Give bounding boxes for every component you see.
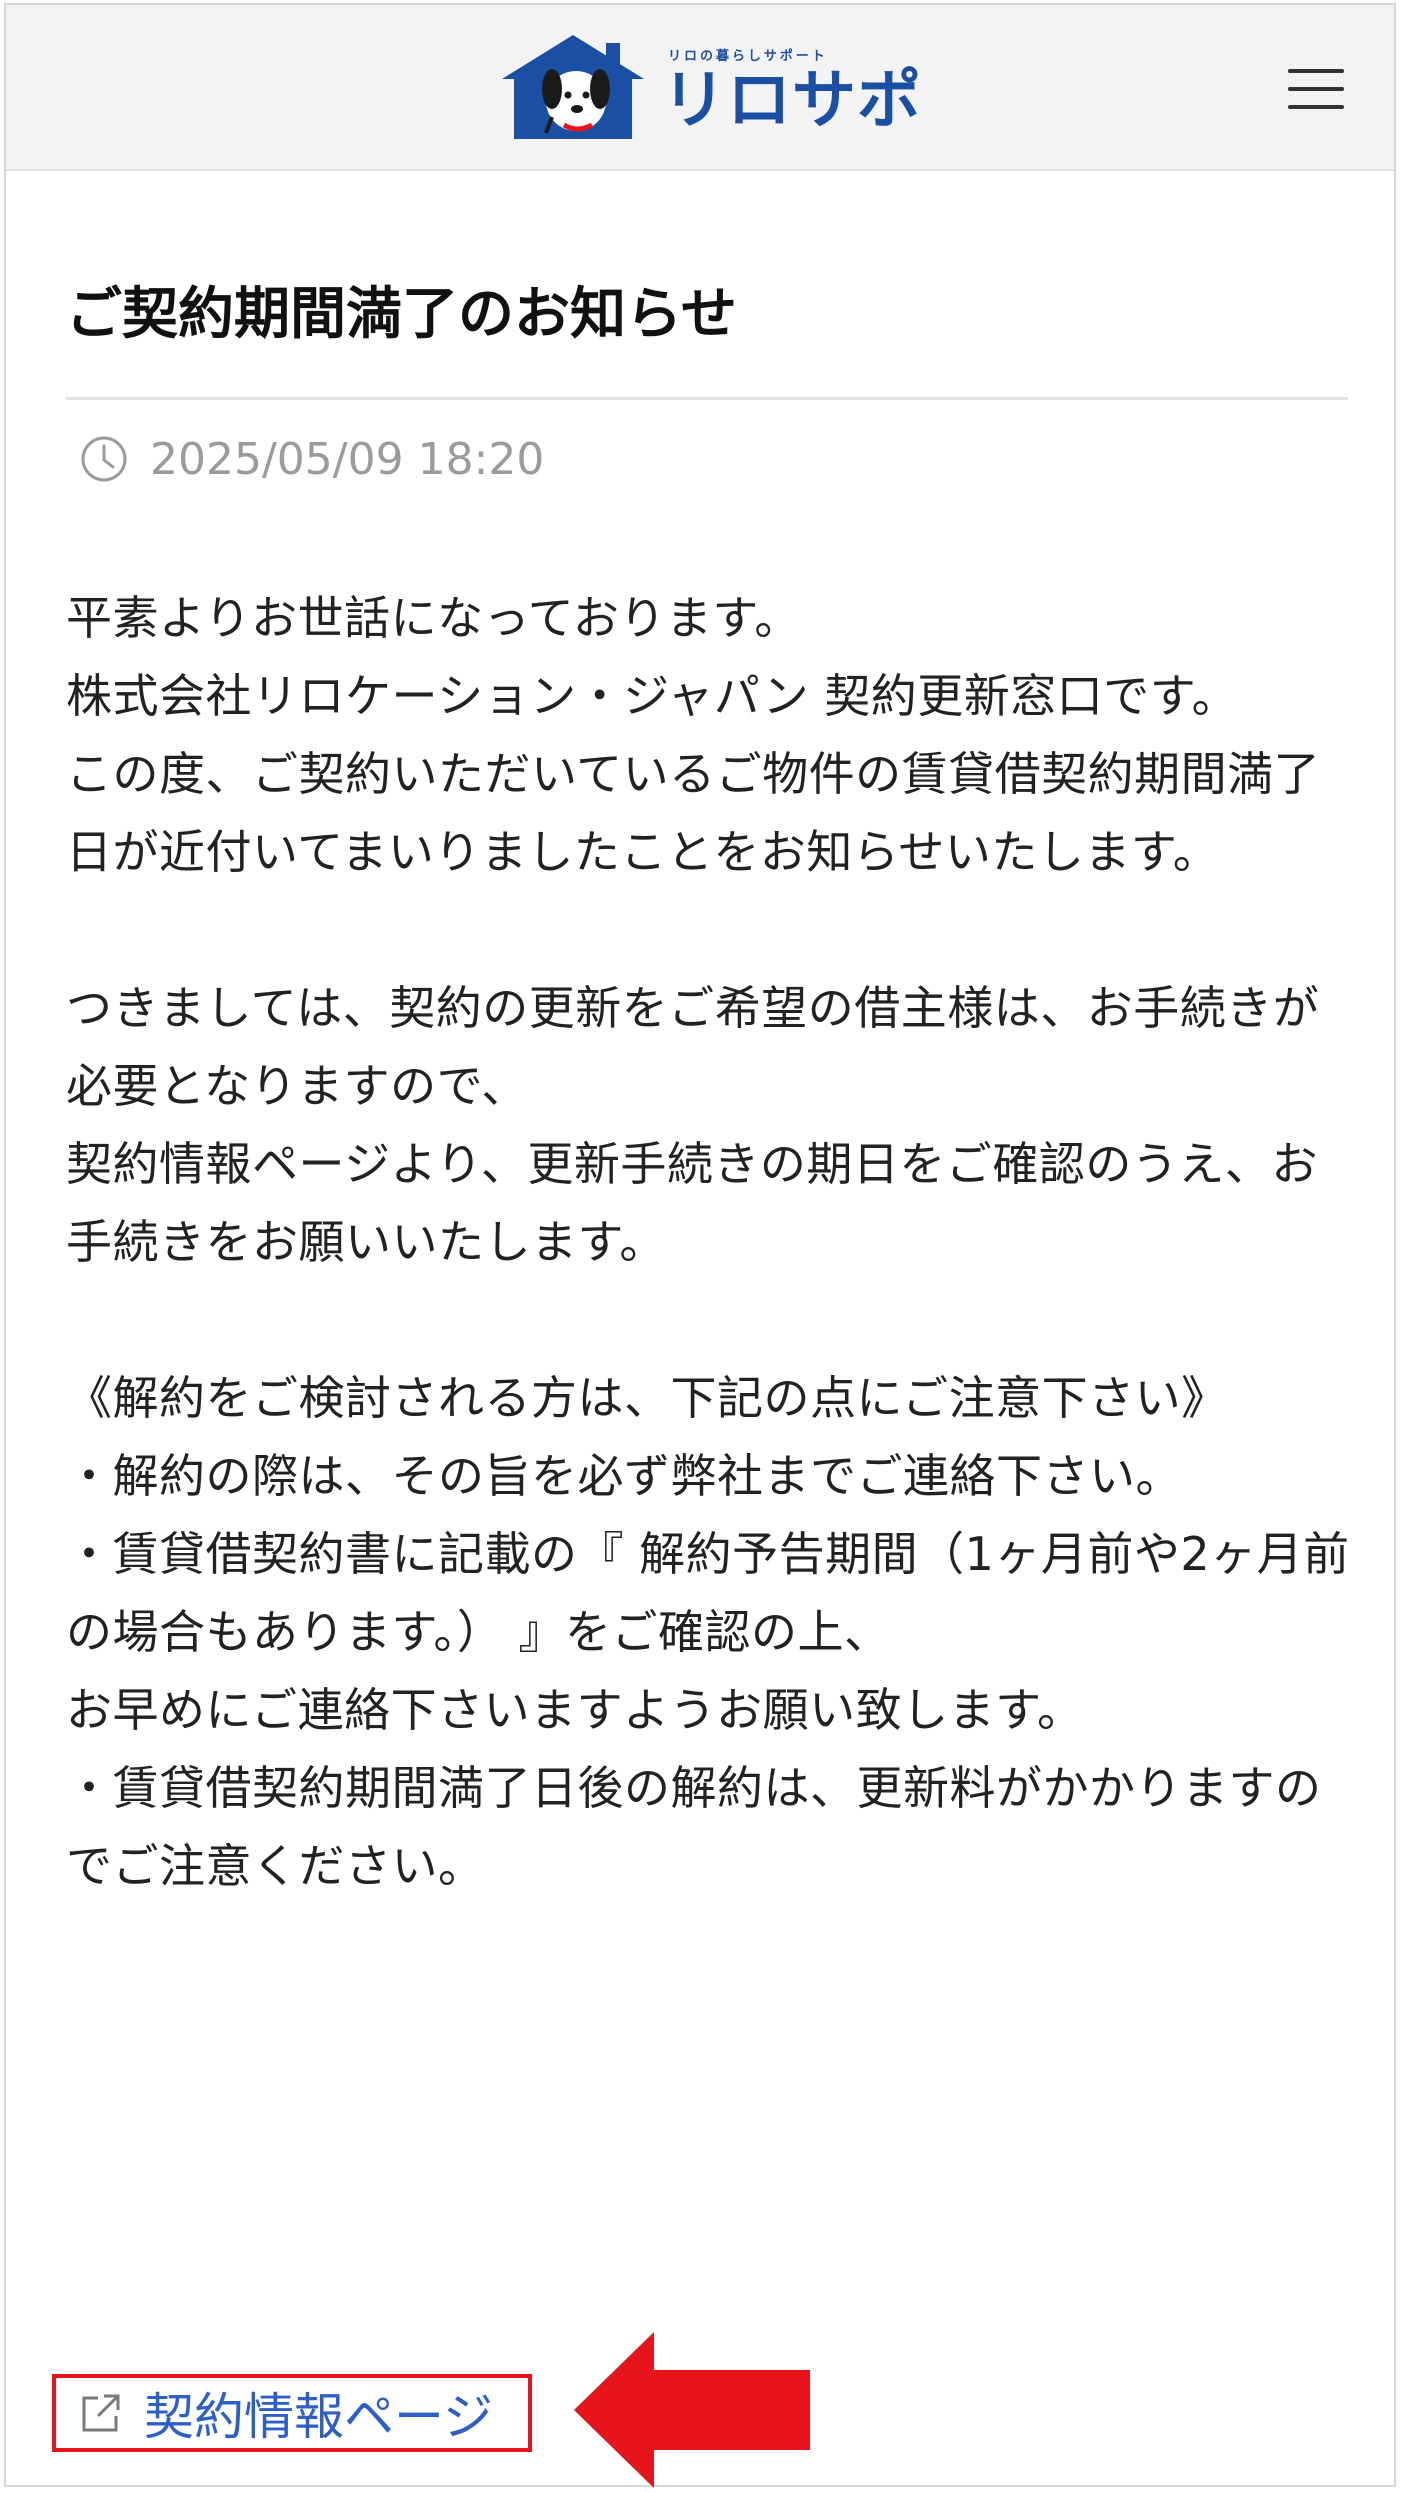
site-logo[interactable]: リロの暮らしサポート リロサポ [502,31,921,143]
title-divider [66,397,1348,400]
datetime-text: 2025/05/09 18:20 [150,433,545,485]
contract-info-link[interactable]: 契約情報ページ [52,2374,532,2452]
hamburger-menu-button[interactable] [1288,69,1344,109]
site-header: リロの暮らしサポート リロサポ [6,5,1394,171]
notice-body: 平素よりお世話になっております。 株式会社リロケーション・ジャパン 契約更新窓口… [66,591,1350,1893]
clock-icon [81,436,127,482]
menu-bar [1288,87,1344,91]
notice-datetime: 2025/05/09 18:20 [80,429,544,489]
logo-text: リロサポ [662,64,922,138]
notice-title: ご契約期間満了のお知らせ [66,282,737,347]
contract-info-link-label: 契約情報ページ [144,2388,493,2446]
external-link-icon [82,2394,120,2432]
red-arrow-annotation-icon [574,2332,810,2488]
page-frame: リロの暮らしサポート リロサポ ご契約期間満了のお知らせ 2025/05/09 … [4,3,1396,2487]
menu-bar [1288,69,1344,73]
menu-bar [1288,105,1344,109]
dog-house-logo-icon [502,35,644,139]
